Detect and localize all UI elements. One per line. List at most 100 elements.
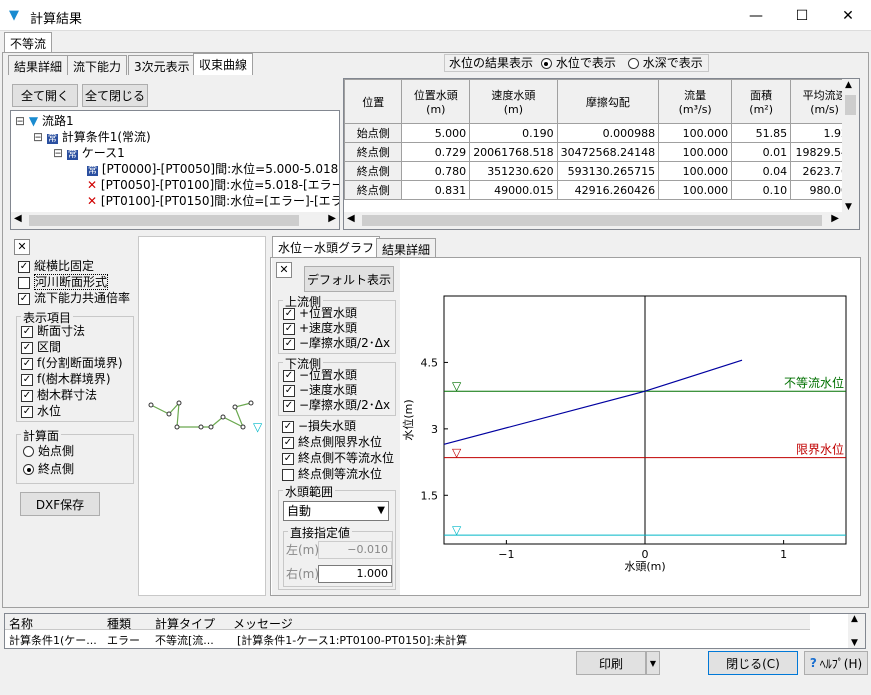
y-axis-label: 水位(m) — [402, 399, 415, 440]
tree-case-label: ケース1 — [81, 146, 125, 160]
print-button[interactable]: 印刷 — [576, 651, 646, 675]
table-vscroll[interactable]: ▲ ▼ — [842, 79, 859, 213]
table-row[interactable]: 始点側 5.000 0.190 0.000988 100.000 51.85 1.929 — [344, 123, 859, 143]
down-checkbox[interactable]: ✓ −位置水頭 — [283, 367, 357, 383]
end-uni-label: 終点側等流水位 — [298, 467, 383, 481]
up-checkbox[interactable]: ✓ −摩擦水頭/2･Δx — [283, 335, 390, 351]
tab-graph-detail[interactable]: 結果詳細 — [376, 238, 437, 258]
end-critical-checkbox[interactable]: ✓ 終点側限界水位 — [282, 434, 382, 450]
up-checkbox[interactable]: ✓ +速度水頭 — [283, 320, 357, 336]
tree-case[interactable]: ⊟ 常 ケース1 — [53, 145, 125, 161]
end-nonuni-checkbox[interactable]: ✓ 終点側不等流水位 — [282, 450, 394, 466]
graph-options: ✕ デフォルト表示 上流側 ✓ +位置水頭 ✓ +速度水頭 ✓ −摩擦水頭/2･Δx … — [272, 258, 400, 595]
tab-result-detail[interactable]: 結果詳細 — [8, 55, 69, 75]
level-head-chart: −1 0 11.534.5▽ 不等流水位▽ 限界水位▽ 水頭(m) 水位(m) — [402, 295, 847, 573]
table-row[interactable]: 終点側 0.831 49000.015 42916.260426 100.000 0.10… — [344, 180, 859, 200]
tab-nonuniform[interactable]: 不等流 — [4, 32, 53, 54]
loss-label: −損失水頭 — [298, 419, 357, 433]
message-vscroll[interactable]: ▲ ▼ — [848, 614, 865, 648]
table-row[interactable]: 終点側 0.729 20061768.518 30472568.24148 100.00… — [344, 142, 859, 162]
water-level-marker-icon: ▽ — [452, 446, 462, 460]
minimize-icon[interactable]: — — [733, 0, 779, 31]
close-button[interactable]: 閉じる(C) — [708, 651, 798, 675]
aspect-checkbox[interactable]: ✓ 縦横比固定 — [18, 258, 94, 274]
close-left-panel-icon[interactable]: ✕ — [14, 239, 30, 255]
close-graph-options-icon[interactable]: ✕ — [276, 262, 292, 278]
cell: 0.000988 — [556, 123, 660, 143]
down-checkbox[interactable]: ✓ −摩擦水頭/2･Δx — [283, 397, 390, 413]
tree-item-label: [PT0100]-[PT0150]間:水位=[エラー]-[エラー — [100, 194, 340, 208]
right-input[interactable]: 1.000 — [318, 565, 392, 583]
collapse-all-button[interactable]: 全て閉じる — [82, 84, 148, 107]
chevron-down-icon: ▼ — [377, 505, 385, 516]
tab-3d[interactable]: 3次元表示 — [128, 55, 196, 75]
tree-cond[interactable]: ⊟ 常 計算条件1(常流) — [33, 129, 151, 145]
cell: 終点側 — [344, 142, 403, 162]
col-type: 計算タイプ — [155, 617, 216, 631]
radio-water-depth-label: 水深で表示 — [642, 56, 703, 70]
cross-section-view: ▽ — [138, 236, 266, 596]
item-checkbox[interactable]: ✓ 区間 — [21, 339, 61, 355]
item-checkbox[interactable]: ✓ f(分割断面境界) — [21, 355, 123, 371]
error-icon: ✕ — [87, 194, 98, 208]
end-uni-checkbox[interactable]: 終点側等流水位 — [282, 466, 382, 482]
cell: 0.831 — [401, 180, 471, 200]
tree-item[interactable]: 常 [PT0000]-[PT0050]間:水位=5.000-5.018(m) — [87, 161, 339, 177]
table-hscroll[interactable]: ◀ ▶ — [344, 212, 859, 229]
loss-checkbox[interactable]: ✓ −損失水頭 — [282, 418, 356, 434]
help-button[interactable]: ? ﾍﾙﾌﾟ(H) — [804, 651, 868, 675]
head-range-group: 水頭範囲 自動 ▼ 直接指定値 左(m) −0.010 右(m) 1.000 — [278, 483, 396, 590]
calc-face-legend: 計算面 — [21, 427, 62, 444]
col-header: 速度水頭 (m) — [469, 79, 558, 124]
table-row[interactable]: 終点側 0.780 351230.620 593130.265715 100.000 0.… — [344, 161, 859, 181]
face-start-label: 始点側 — [38, 444, 75, 458]
print-dropdown-icon[interactable]: ▼ — [646, 651, 660, 675]
direct-legend: 直接指定値 — [288, 524, 353, 541]
cell: 始点側 — [344, 123, 403, 143]
cell: 593130.265715 — [556, 161, 660, 181]
tree-view[interactable]: ⊟ ▼ 流路1 ⊟ 常 計算条件1(常流) ⊟ 常 ケース1 常 [PT0000… — [10, 110, 340, 230]
close-window-icon[interactable]: ✕ — [825, 0, 871, 31]
ok-icon: 常 — [87, 166, 99, 176]
up-checkbox[interactable]: ✓ +位置水頭 — [283, 305, 357, 321]
common-checkbox[interactable]: ✓ 流下能力共通倍率 — [18, 290, 130, 306]
river-checkbox[interactable]: 河川断面形式 — [18, 274, 109, 290]
item-checkbox[interactable]: ✓ f(樹木群境界) — [21, 371, 111, 387]
face-start-radio[interactable]: 始点側 — [23, 443, 74, 459]
expand-all-button[interactable]: 全て開く — [12, 84, 78, 107]
item-checkbox[interactable]: ✓ 断面寸法 — [21, 323, 85, 339]
item-checkbox[interactable]: ✓ 水位 — [21, 403, 61, 419]
message-row[interactable]: 計算条件1(ケー... エラー 不等流[流... [計算条件1-ケース1:PT0… — [5, 631, 810, 648]
col-header: 面積 (m²) — [731, 79, 792, 124]
radio-water-level[interactable] — [540, 58, 552, 69]
down-label: −速度水頭 — [299, 383, 358, 397]
head-range-select[interactable]: 自動 ▼ — [283, 501, 389, 521]
cell: 20061768.518 — [469, 142, 558, 162]
item-label: 水位 — [37, 404, 62, 418]
item-label: 樹木群寸法 — [37, 388, 98, 402]
up-label: −摩擦水頭/2･Δx — [299, 336, 391, 350]
radio-water-depth[interactable] — [627, 58, 639, 69]
tree-hscroll[interactable]: ◀ ▶ — [11, 212, 339, 229]
down-checkbox[interactable]: ✓ −速度水頭 — [283, 382, 357, 398]
maximize-icon[interactable]: ☐ — [779, 0, 825, 31]
tree-root[interactable]: ⊟ ▼ 流路1 — [15, 113, 74, 129]
tab-capacity[interactable]: 流下能力 — [67, 55, 128, 75]
cell: 0.729 — [401, 142, 471, 162]
item-checkbox[interactable]: ✓ 樹木群寸法 — [21, 387, 97, 403]
cell: 30472568.24148 — [556, 142, 660, 162]
radio-water-level-label: 水位で表示 — [555, 56, 616, 70]
x-tick-label: 1 — [780, 548, 787, 561]
face-end-radio[interactable]: 終点側 — [23, 461, 74, 477]
display-mode: 水位の結果表示 水位で表示 水深で表示 — [444, 54, 709, 72]
tree-item[interactable]: ✕ [PT0100]-[PT0150]間:水位=[エラー]-[エラー — [87, 193, 340, 209]
end-critical-label: 終点側限界水位 — [298, 435, 383, 449]
default-view-button[interactable]: デフォルト表示 — [304, 266, 394, 292]
left-input[interactable]: −0.010 — [318, 541, 392, 559]
down-label: −位置水頭 — [299, 368, 358, 382]
tree-item[interactable]: ✕ [PT0050]-[PT0100]間:水位=5.018-[エラー] — [87, 177, 339, 193]
dxf-save-button[interactable]: DXF保存 — [20, 492, 100, 516]
tab-convergence[interactable]: 収束曲線 — [193, 53, 254, 75]
cell: 100.000 — [658, 123, 733, 143]
tab-level-head-graph[interactable]: 水位－水頭グラフ — [272, 236, 381, 258]
